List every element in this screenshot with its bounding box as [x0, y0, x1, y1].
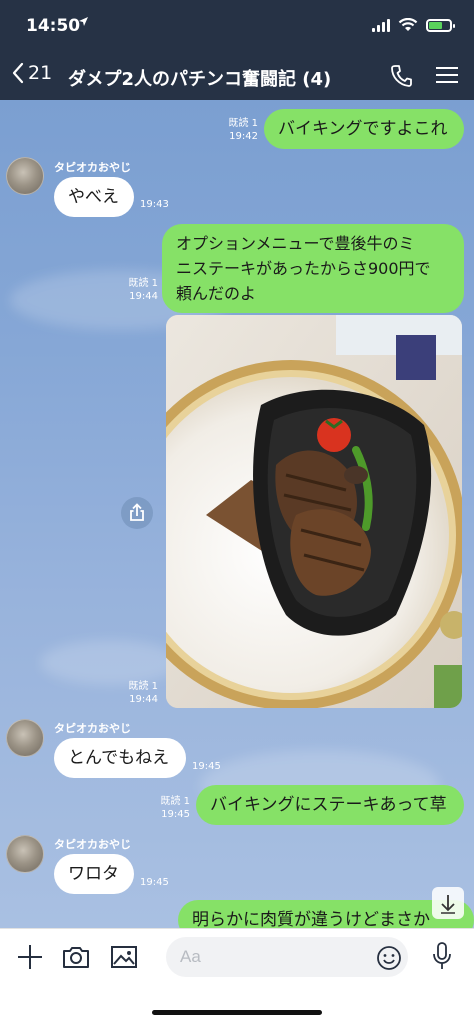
message-text: やべえ: [68, 187, 119, 207]
message-text-line: オプションメニューで豊後牛のミ: [176, 234, 415, 253]
message-text: バイキングにステーキあって草: [210, 795, 447, 815]
message-meta: 既読 1 19:44: [124, 680, 158, 706]
read-receipt: 既読 1: [228, 118, 258, 129]
sender-name: タピオカおやじ: [54, 722, 131, 735]
message-bubble-outgoing[interactable]: バイキングですよこれ: [264, 109, 464, 149]
back-button[interactable]: 21: [12, 62, 52, 84]
plus-icon: [18, 945, 42, 969]
message-meta: 既読 1 19:45: [156, 795, 190, 821]
battery-icon: [426, 18, 455, 32]
message-text: 明らかに肉質が違うけどまさか: [192, 910, 430, 928]
message-text: とんでもねえ: [68, 748, 170, 768]
share-button[interactable]: [121, 497, 153, 529]
message-text-line: 頼んだのよ: [176, 284, 257, 303]
arrow-down-icon: [441, 895, 455, 914]
message-text-line: ニステーキがあったからさ900円で: [176, 259, 431, 278]
message-time: 19:45: [161, 809, 190, 820]
avatar[interactable]: [6, 157, 44, 195]
hamburger-menu-icon: [436, 67, 458, 83]
message-bubble-outgoing[interactable]: オプションメニューで豊後牛のミ ニステーキがあったからさ900円で 頼んだのよ: [162, 224, 464, 313]
smiley-icon: [377, 946, 401, 970]
image-icon: [111, 946, 137, 968]
message-time: 19:42: [229, 131, 258, 142]
status-time: 14:50: [26, 16, 81, 36]
location-arrow-icon: [78, 16, 89, 31]
message-text: ワロタ: [68, 864, 119, 884]
message-time: 19:43: [140, 199, 169, 210]
message-bubble-incoming[interactable]: ワロタ: [54, 854, 134, 894]
message-time: 19:44: [129, 291, 158, 302]
background-cloud: [40, 640, 180, 685]
message-time: 19:45: [140, 877, 169, 888]
input-bar: [0, 928, 474, 1025]
phone-icon: [391, 65, 412, 87]
photo-message[interactable]: [166, 315, 462, 708]
status-icons: [372, 18, 455, 32]
message-bubble-outgoing[interactable]: 明らかに肉質が違うけどまさか: [178, 900, 474, 928]
camera-icon: [63, 947, 89, 968]
call-button[interactable]: [390, 64, 412, 92]
camera-button[interactable]: [62, 943, 90, 975]
chat-area[interactable]: 既読 1 19:42 バイキングですよこれ タピオカおやじ やべえ 19:43 …: [0, 100, 474, 928]
message-meta: 既読 1 19:44: [124, 277, 158, 303]
cellular-signal-icon: [372, 18, 390, 32]
message-bubble-incoming[interactable]: やべえ: [54, 177, 134, 217]
sender-name: タピオカおやじ: [54, 161, 131, 174]
chevron-left-icon: [12, 62, 24, 84]
voice-input-button[interactable]: [430, 941, 454, 975]
message-time: 19:44: [129, 694, 158, 705]
read-receipt: 既読 1: [128, 681, 158, 692]
wifi-icon: [398, 18, 418, 31]
message-bubble-outgoing[interactable]: バイキングにステーキあって草: [196, 785, 464, 825]
read-receipt: 既読 1: [160, 796, 190, 807]
microphone-icon: [433, 942, 451, 969]
unread-count: 21: [28, 62, 53, 84]
share-icon: [130, 503, 144, 521]
photo-library-button[interactable]: [110, 943, 138, 975]
sender-name: タピオカおやじ: [54, 838, 131, 851]
scroll-to-bottom-button[interactable]: [432, 887, 464, 919]
read-receipt: 既読 1: [128, 278, 158, 289]
message-bubble-incoming[interactable]: とんでもねえ: [54, 738, 186, 778]
message-time: 19:45: [192, 761, 221, 772]
status-bar: 14:50: [0, 0, 474, 52]
message-text: バイキングですよこれ: [278, 119, 448, 139]
avatar[interactable]: [6, 719, 44, 757]
home-indicator[interactable]: [152, 1010, 322, 1015]
menu-button[interactable]: [436, 66, 458, 88]
message-meta: 既読 1 19:42: [224, 117, 258, 143]
avatar[interactable]: [6, 835, 44, 873]
add-button[interactable]: [16, 943, 44, 975]
message-input[interactable]: [166, 937, 408, 977]
chat-header: 21 ダメプ2人のパチンコ奮闘記 (4): [0, 52, 474, 100]
steak-photo: [166, 315, 462, 708]
emoji-button[interactable]: [376, 945, 402, 975]
chat-title: ダメプ2人のパチンコ奮闘記 (4): [68, 69, 332, 90]
